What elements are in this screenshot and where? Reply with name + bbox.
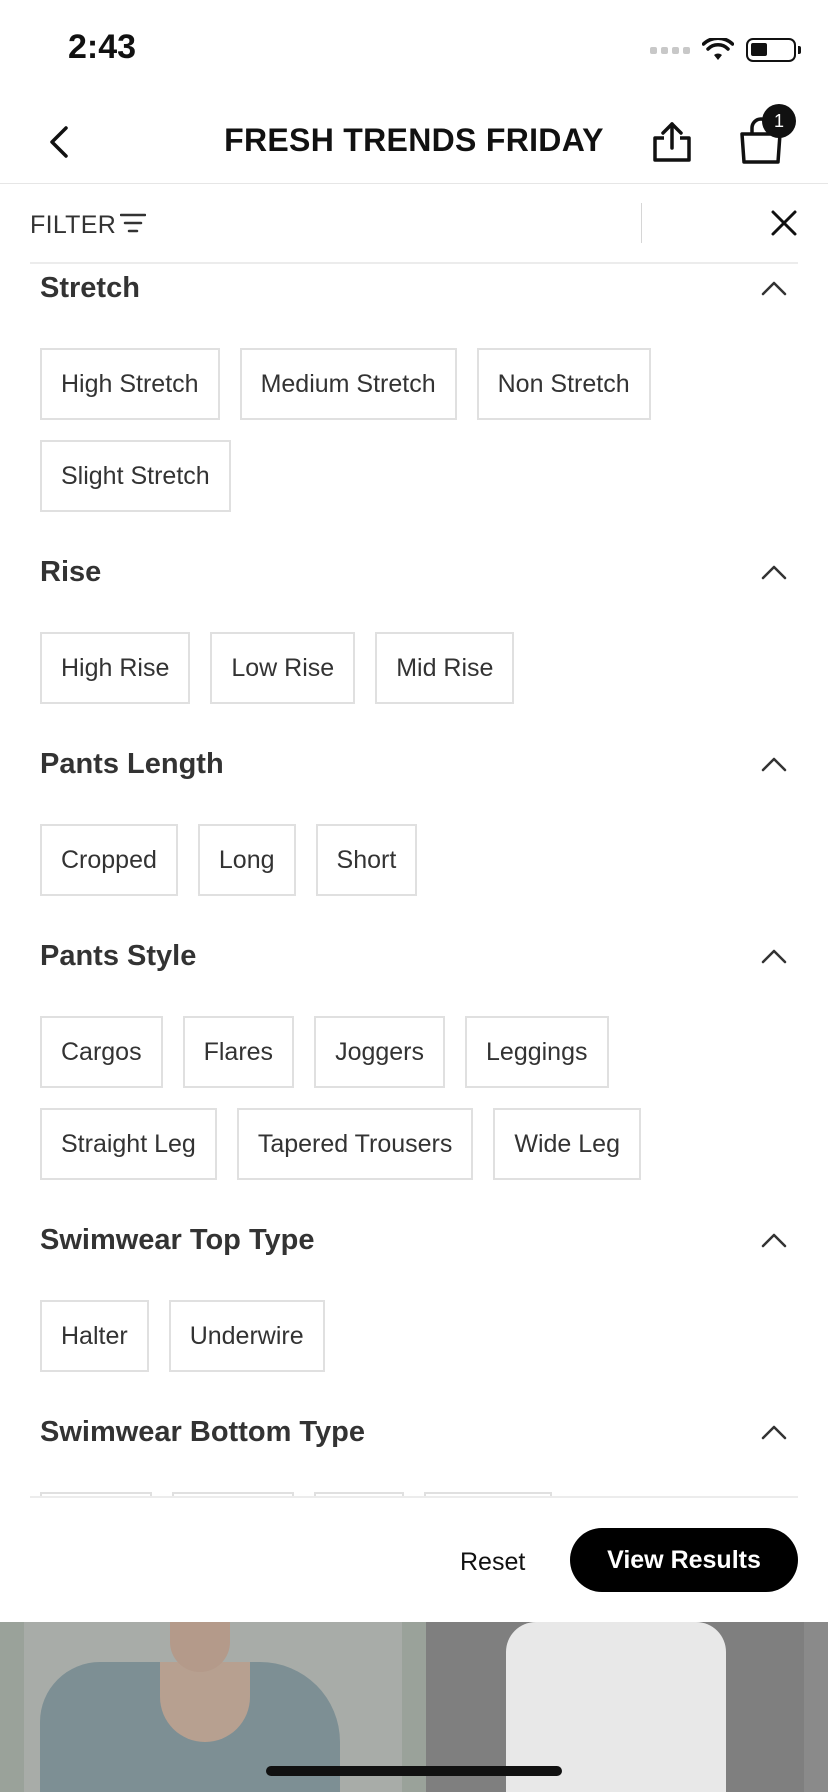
filter-action-bar: Reset View Results bbox=[0, 1496, 828, 1622]
option-list: High Rise Low Rise Mid Rise bbox=[40, 632, 800, 704]
section-title: Rise bbox=[40, 556, 102, 588]
section-title: Stretch bbox=[40, 272, 140, 304]
filter-chip[interactable]: Mid Rise bbox=[375, 632, 515, 704]
filter-chip[interactable]: Non Stretch bbox=[476, 348, 651, 420]
reset-button[interactable]: Reset bbox=[460, 1548, 525, 1577]
option-list: Cargos Flares Joggers Leggings Straight … bbox=[40, 1016, 800, 1180]
filter-lines-icon[interactable] bbox=[120, 211, 146, 235]
share-icon[interactable] bbox=[650, 118, 694, 166]
section-header[interactable]: Rise bbox=[0, 556, 828, 600]
back-chevron-icon[interactable] bbox=[40, 118, 80, 166]
filter-chip[interactable]: Underwire bbox=[168, 1300, 325, 1372]
status-time: 2:43 bbox=[68, 28, 137, 66]
section-header[interactable]: Stretch bbox=[0, 272, 828, 316]
filter-chip[interactable]: Leggings bbox=[465, 1016, 609, 1088]
chevron-up-icon[interactable] bbox=[760, 1230, 788, 1250]
section-title: Pants Style bbox=[40, 940, 197, 972]
section-header[interactable]: Swimwear Top Type bbox=[0, 1224, 828, 1268]
filter-chip[interactable]: Short bbox=[315, 824, 418, 896]
filter-chip[interactable]: Tapered Trousers bbox=[236, 1108, 474, 1180]
wifi-icon bbox=[702, 38, 734, 60]
filter-section-pants-length: Pants Length Cropped Long Short bbox=[0, 748, 828, 896]
option-list: High Stretch Medium Stretch Non Stretch … bbox=[40, 348, 800, 512]
filter-chip[interactable]: Joggers bbox=[314, 1016, 446, 1088]
option-list: Halter Underwire bbox=[40, 1300, 800, 1372]
section-title: Swimwear Bottom Type bbox=[40, 1416, 365, 1448]
filter-section-stretch: Stretch High Stretch Medium Stretch Non … bbox=[0, 272, 828, 512]
section-header[interactable]: Pants Style bbox=[0, 940, 828, 984]
filter-section-swimwear-bottom-type: Swimwear Bottom Type bbox=[0, 1416, 828, 1496]
app-header: FRESH TRENDS FRIDAY bbox=[0, 100, 828, 184]
filter-section-swimwear-top-type: Swimwear Top Type Halter Underwire bbox=[0, 1224, 828, 1372]
cart-count-badge: 1 bbox=[762, 104, 796, 138]
filter-chip[interactable]: High Stretch bbox=[40, 348, 220, 420]
home-indicator bbox=[266, 1766, 562, 1776]
section-header[interactable]: Swimwear Bottom Type bbox=[0, 1416, 828, 1460]
section-title: Swimwear Top Type bbox=[40, 1224, 315, 1256]
section-header[interactable]: Pants Length bbox=[0, 748, 828, 792]
filter-chip[interactable]: Slight Stretch bbox=[40, 440, 231, 512]
filter-section-pants-style: Pants Style Cargos Flares Joggers Leggin… bbox=[0, 940, 828, 1180]
signal-icon bbox=[650, 46, 690, 54]
status-bar: 2:43 bbox=[0, 0, 828, 100]
chevron-up-icon[interactable] bbox=[760, 946, 788, 966]
filter-panel: Stretch High Stretch Medium Stretch Non … bbox=[0, 264, 828, 1496]
action-divider bbox=[30, 1496, 798, 1498]
chevron-up-icon[interactable] bbox=[760, 754, 788, 774]
status-icons bbox=[650, 36, 801, 64]
filter-chip[interactable]: Low Rise bbox=[210, 632, 356, 704]
filter-bar: FILTER bbox=[0, 185, 828, 263]
section-title: Pants Length bbox=[40, 748, 224, 780]
battery-icon bbox=[746, 38, 801, 62]
filter-chip[interactable]: High Rise bbox=[40, 632, 191, 704]
page-title: FRESH TRENDS FRIDAY bbox=[224, 122, 604, 158]
chevron-up-icon[interactable] bbox=[760, 562, 788, 582]
close-icon[interactable] bbox=[768, 207, 800, 239]
filter-chip[interactable]: Cargos bbox=[40, 1016, 163, 1088]
filter-chip[interactable]: Flares bbox=[182, 1016, 295, 1088]
filter-chip[interactable]: Straight Leg bbox=[40, 1108, 217, 1180]
filter-chip[interactable]: Medium Stretch bbox=[239, 348, 457, 420]
filter-chip[interactable]: Long bbox=[197, 824, 296, 896]
filter-chip[interactable]: Halter bbox=[40, 1300, 149, 1372]
option-list: Cropped Long Short bbox=[40, 824, 800, 896]
filter-chip[interactable]: Cropped bbox=[40, 824, 178, 896]
filter-section-rise: Rise High Rise Low Rise Mid Rise bbox=[0, 556, 828, 704]
filter-chip[interactable]: Wide Leg bbox=[493, 1108, 641, 1180]
chevron-up-icon[interactable] bbox=[760, 1422, 788, 1442]
filter-label[interactable]: FILTER bbox=[30, 211, 116, 240]
chevron-up-icon[interactable] bbox=[760, 278, 788, 298]
view-results-button[interactable]: View Results bbox=[570, 1528, 798, 1592]
filter-divider bbox=[641, 203, 642, 243]
